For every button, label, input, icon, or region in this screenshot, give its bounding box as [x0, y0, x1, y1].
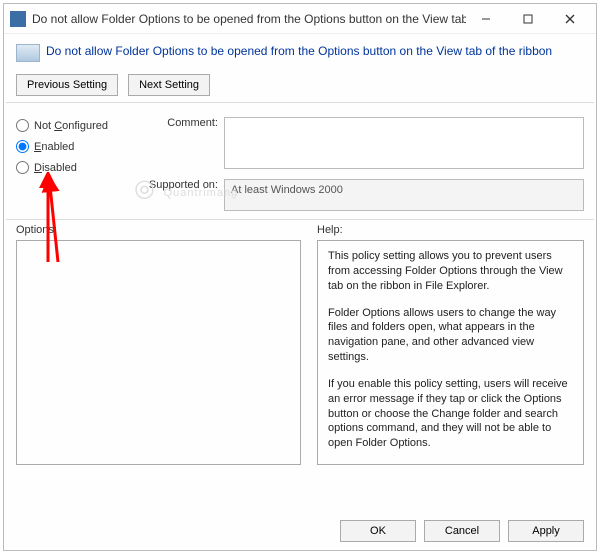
policy-icon: [10, 11, 26, 27]
state-radios: Not Configured Enabled Disabled: [16, 117, 146, 174]
apply-button[interactable]: Apply: [508, 520, 584, 542]
minimize-button[interactable]: [466, 7, 506, 31]
comment-textarea[interactable]: [224, 117, 584, 169]
options-panel: [16, 240, 301, 465]
window-title: Do not allow Folder Options to be opened…: [32, 12, 466, 26]
previous-setting-button[interactable]: Previous Setting: [16, 74, 118, 96]
help-panel[interactable]: This policy setting allows you to preven…: [317, 240, 584, 465]
next-setting-button[interactable]: Next Setting: [128, 74, 210, 96]
lower-grid: Options: Help: This policy setting allow…: [4, 220, 596, 488]
radio-enabled-label: Enabled: [34, 141, 74, 153]
settings-grid: Not Configured Enabled Disabled Comment:…: [4, 103, 596, 219]
supported-label: Supported on:: [146, 179, 224, 191]
maximize-button[interactable]: [508, 7, 548, 31]
supported-on-box: At least Windows 2000: [224, 179, 584, 211]
radio-disabled[interactable]: Disabled: [16, 161, 146, 174]
help-label: Help:: [317, 224, 584, 236]
nav-row: Previous Setting Next Setting: [4, 66, 596, 102]
radio-not-configured[interactable]: Not Configured: [16, 119, 146, 132]
radio-enabled-input[interactable]: [16, 140, 29, 153]
radio-not-configured-input[interactable]: [16, 119, 29, 132]
comment-label: Comment:: [146, 117, 224, 129]
radio-disabled-input[interactable]: [16, 161, 29, 174]
ok-button[interactable]: OK: [340, 520, 416, 542]
options-label: Options:: [16, 224, 301, 236]
help-paragraph: This policy setting allows you to preven…: [328, 249, 573, 294]
close-button[interactable]: [550, 7, 590, 31]
window-buttons: [466, 7, 590, 31]
radio-disabled-label: Disabled: [34, 162, 77, 174]
policy-header: Do not allow Folder Options to be opened…: [4, 34, 596, 66]
radio-not-configured-label: Not Configured: [34, 120, 108, 132]
policy-header-title: Do not allow Folder Options to be opened…: [46, 44, 552, 58]
help-paragraph: If you enable this policy setting, users…: [328, 377, 573, 451]
footer-buttons: OK Cancel Apply: [340, 520, 584, 542]
titlebar: Do not allow Folder Options to be opened…: [4, 4, 596, 34]
help-paragraph: If you disable or do not configure this …: [328, 463, 573, 465]
policy-window: Do not allow Folder Options to be opened…: [3, 3, 597, 551]
cancel-button[interactable]: Cancel: [424, 520, 500, 542]
policy-header-icon: [16, 44, 40, 62]
supported-on-value: At least Windows 2000: [231, 184, 343, 196]
help-paragraph: Folder Options allows users to change th…: [328, 306, 573, 365]
radio-enabled[interactable]: Enabled: [16, 140, 146, 153]
